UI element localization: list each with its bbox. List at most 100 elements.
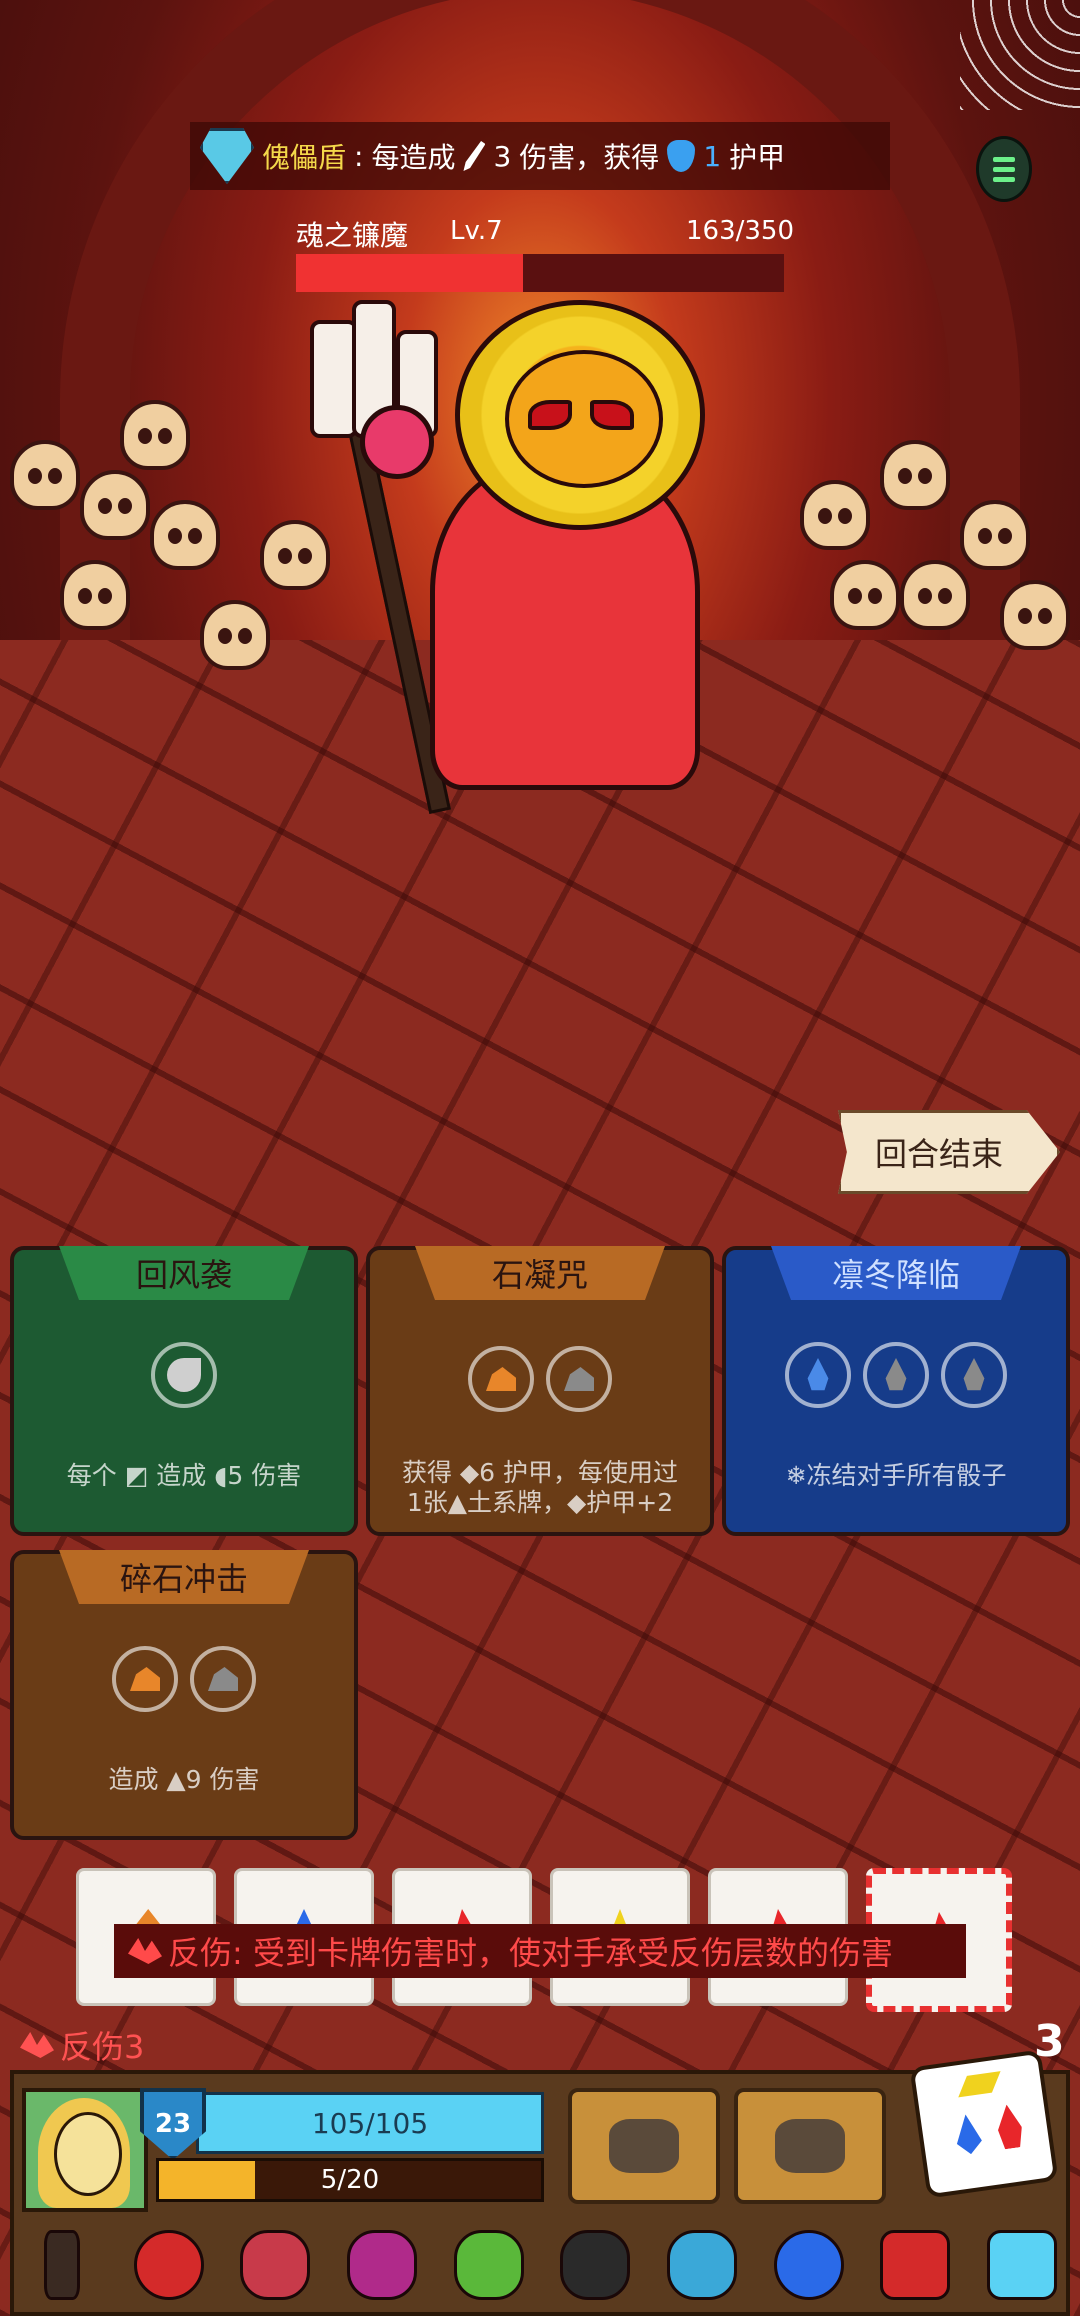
water-icon (885, 1358, 907, 1391)
crystal-skull-icon (200, 128, 254, 184)
thorns-icon (128, 1938, 162, 1964)
thorns-icon (20, 2032, 54, 2058)
skull-decoration (900, 560, 970, 630)
player-hp-bar: 105/105 (196, 2092, 544, 2154)
passive-text-b: 伤害，获得 (519, 141, 660, 174)
xp-text: 5/20 (320, 2165, 380, 2195)
card-title: 碎石冲击 (59, 1550, 309, 1604)
status-tooltip: 反伤: 受到卡牌伤害时，使对手承受反伤层数的伤害 (114, 1924, 966, 1978)
water-icon (963, 1358, 985, 1391)
card-shiningzhou[interactable]: 石凝咒 获得 ◆6 护甲，每使用过 1张▲土系牌，◆护甲+2 (366, 1246, 714, 1536)
relic-slot[interactable] (449, 2225, 529, 2305)
end-turn-button[interactable]: 回合结束 (838, 1110, 1060, 1194)
card-description: 获得 ◆6 护甲，每使用过 1张▲土系牌，◆护甲+2 (380, 1458, 700, 1518)
dice-slot[interactable] (941, 1342, 1007, 1408)
fire-die-icon (880, 2230, 951, 2300)
dice-slot[interactable] (546, 1346, 612, 1412)
card-title: 石凝咒 (415, 1246, 665, 1300)
relic-slot[interactable] (342, 2225, 422, 2305)
spiked-orb-icon (773, 2230, 844, 2300)
attack-value: 3 (493, 139, 512, 173)
card-lindongjianglin[interactable]: 凛冬降临 ❄冻结对手所有骰子 (722, 1246, 1070, 1536)
relic-slot[interactable] (875, 2225, 955, 2305)
crystal-skull-icon (666, 2230, 737, 2300)
skill-claw[interactable] (734, 2088, 886, 2204)
shield-icon (667, 140, 696, 172)
skull-decoration (880, 440, 950, 510)
relic-slot[interactable] (235, 2225, 315, 2305)
spider-web-decoration (960, 0, 1080, 110)
dice-slots (14, 1342, 354, 1408)
menu-line-icon (993, 166, 1015, 172)
clover-icon (453, 2230, 524, 2300)
status-text: 反伤3 (60, 2028, 145, 2066)
player-portrait[interactable] (22, 2088, 148, 2212)
claw-icon (775, 2119, 845, 2173)
menu-line-icon (993, 176, 1015, 182)
dice-slots (14, 1646, 354, 1712)
skull-decoration (800, 480, 870, 550)
boss-hp-text: 163/350 (686, 216, 795, 246)
rock-icon (208, 1667, 238, 1691)
skull-decoration (10, 440, 80, 510)
water-icon (807, 1358, 829, 1391)
candle (310, 320, 358, 438)
portrait-face (54, 2112, 122, 2196)
player-xp-bar: 5/20 (156, 2158, 544, 2202)
water-icon (951, 2112, 986, 2156)
boss-eye (528, 400, 572, 430)
menu-line-icon (993, 156, 1015, 162)
relic-slot[interactable] (982, 2225, 1062, 2305)
boss-level: Lv.7 (450, 216, 503, 246)
armor-value: 1 (703, 139, 722, 173)
card-huifengxi[interactable]: 回风袭 每个 ◩ 造成 ◖5 伤害 (10, 1246, 358, 1536)
skull-icon (560, 2230, 631, 2300)
relic-slot[interactable] (555, 2225, 635, 2305)
boss-hp-bar (296, 254, 784, 292)
skull-decoration (960, 500, 1030, 570)
card-description: ❄冻结对手所有骰子 (785, 1461, 1007, 1490)
card-title: 回风袭 (59, 1246, 309, 1300)
boss-hp-fill (296, 254, 524, 292)
status-effect[interactable]: 反伤3 (20, 2022, 144, 2068)
card-title: 凛冬降临 (771, 1246, 1021, 1300)
rock-icon (130, 1667, 160, 1691)
dice-slot[interactable] (190, 1646, 256, 1712)
relic-slot[interactable] (662, 2225, 742, 2305)
boss-gem (360, 405, 434, 479)
ice-crystal-icon (986, 2230, 1057, 2300)
rock-icon (486, 1367, 516, 1391)
skill-fist[interactable] (568, 2088, 720, 2204)
dice-slot[interactable] (112, 1646, 178, 1712)
skull-decoration (60, 560, 130, 630)
skull-decoration (120, 400, 190, 470)
sword-icon (463, 141, 486, 171)
boss-eye (590, 400, 634, 430)
dagger-icon (44, 2230, 80, 2300)
skull-decoration (80, 470, 150, 540)
passive-text-c: 护甲 (729, 141, 786, 174)
serpent-ring-icon (133, 2230, 204, 2300)
dice-slot[interactable] (863, 1342, 929, 1408)
relic-slot[interactable] (769, 2225, 849, 2305)
skull-decoration (150, 500, 220, 570)
fire-icon (992, 2103, 1028, 2151)
skull-decoration (200, 600, 270, 670)
relic-bar (22, 2220, 1062, 2310)
relic-slot[interactable] (129, 2225, 209, 2305)
dice-slots (370, 1346, 710, 1412)
relic-slot[interactable] (22, 2225, 102, 2305)
menu-button[interactable] (976, 136, 1032, 202)
dice-slot[interactable] (468, 1346, 534, 1412)
card-description: 每个 ◩ 造成 ◖5 伤害 (66, 1461, 302, 1490)
roll-dice-button[interactable] (909, 2049, 1059, 2199)
card-suishichongji[interactable]: 碎石冲击 造成 ▲9 伤害 (10, 1550, 358, 1840)
wind-icon (167, 1358, 201, 1392)
rune-shield-icon (240, 2230, 311, 2300)
skull-decoration (260, 520, 330, 590)
dice-slot[interactable] (151, 1342, 217, 1408)
skull-decoration (830, 560, 900, 630)
passive-description: 傀儡盾 : 每造成 3 伤害，获得 1 护甲 (200, 128, 785, 184)
colon: : (354, 139, 364, 173)
dice-slot[interactable] (785, 1342, 851, 1408)
